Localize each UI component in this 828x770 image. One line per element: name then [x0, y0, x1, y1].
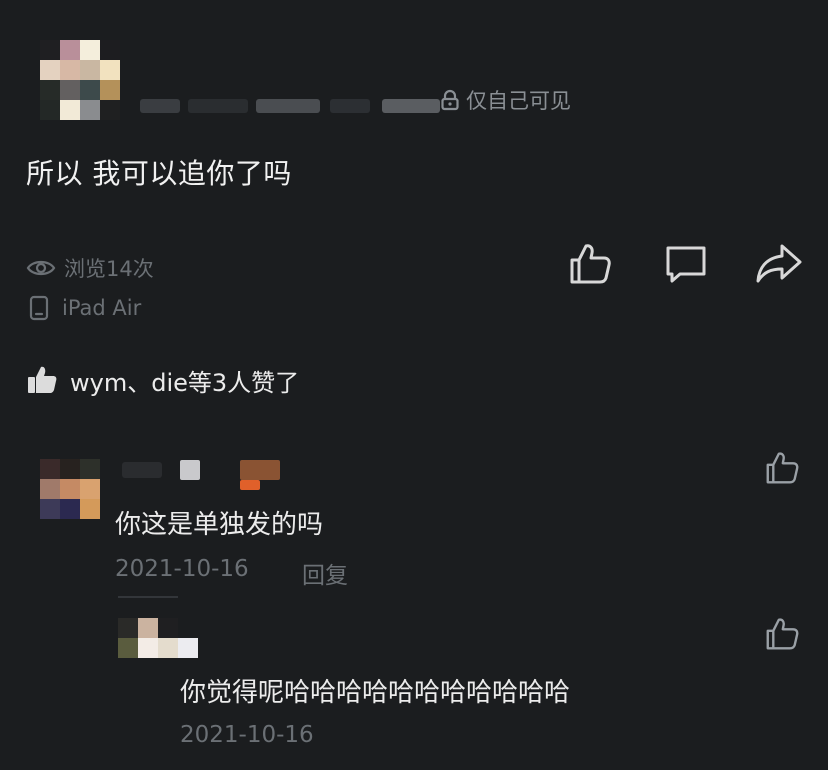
likes-summary[interactable]: wym、die等3人赞了	[26, 362, 299, 398]
divider	[118, 596, 178, 598]
thumbs-up-icon	[763, 615, 801, 653]
reply-button[interactable]: 回复	[302, 556, 348, 590]
device-info: iPad Air	[28, 294, 141, 322]
comment-like-button[interactable]	[760, 446, 804, 490]
device-text: iPad Air	[62, 296, 142, 320]
likes-summary-text: wym、die等3人赞了	[70, 368, 300, 397]
thumbs-up-icon	[26, 364, 58, 396]
eye-icon	[26, 258, 56, 278]
share-icon	[754, 240, 802, 288]
like-button[interactable]	[562, 236, 618, 292]
tablet-icon	[28, 295, 50, 321]
reply-like-button[interactable]	[760, 612, 804, 656]
post-text: 所以 我可以追你了吗	[26, 157, 292, 190]
comment-icon	[662, 240, 710, 288]
commenter-avatar[interactable]	[40, 459, 100, 519]
thumbs-up-icon	[566, 240, 614, 288]
view-count-text: 浏览14次	[64, 257, 154, 281]
view-count: 浏览14次	[26, 254, 154, 282]
thumbs-up-icon	[763, 449, 801, 487]
post-author-avatar[interactable]	[40, 40, 120, 120]
privacy-indicator: 仅自己可见	[440, 86, 571, 114]
reply-date: 2021-10-16	[180, 722, 314, 748]
share-button[interactable]	[750, 236, 806, 292]
comment-date: 2021-10-16	[115, 556, 249, 582]
replier-avatar[interactable]	[118, 618, 198, 658]
lock-icon	[440, 89, 460, 111]
reply-text: 你觉得呢哈哈哈哈哈哈哈哈哈哈哈	[180, 678, 571, 708]
comment-button[interactable]	[658, 236, 714, 292]
comment-text: 你这是单独发的吗	[115, 510, 324, 540]
privacy-label: 仅自己可见	[466, 89, 571, 113]
